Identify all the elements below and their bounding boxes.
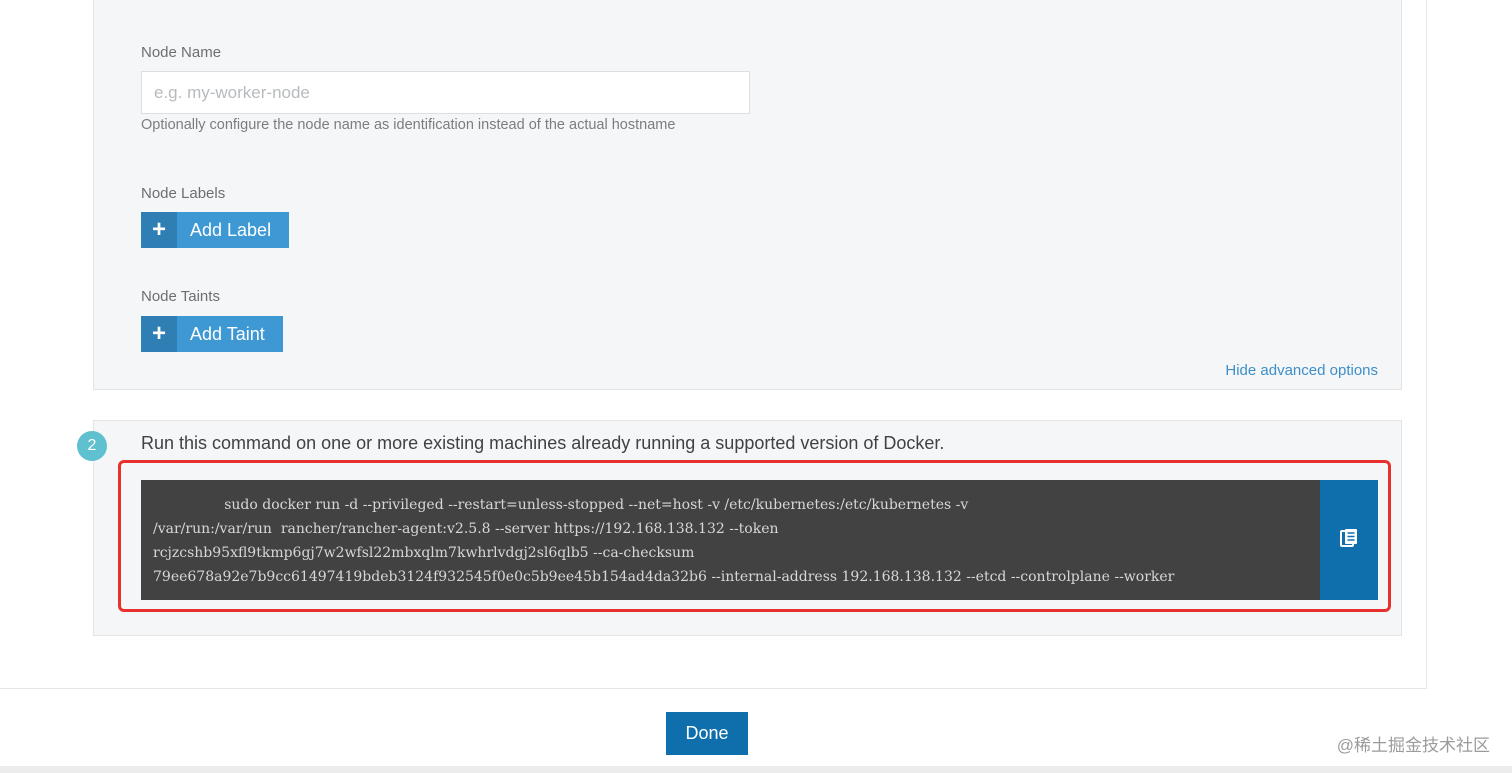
plus-icon: + bbox=[141, 212, 177, 248]
add-taint-button-label: Add Taint bbox=[190, 323, 265, 344]
footer-bar bbox=[0, 766, 1512, 773]
step-instruction: Run this command on one or more existing… bbox=[141, 433, 945, 453]
add-taint-button[interactable]: + Add Taint bbox=[141, 316, 283, 352]
step-badge: 2 bbox=[77, 431, 107, 461]
node-labels-label: Node Labels bbox=[141, 185, 226, 202]
done-button[interactable]: Done bbox=[666, 712, 748, 755]
watermark: @稀土掘金技术社区 bbox=[1336, 736, 1490, 755]
red-highlight-annotation bbox=[118, 460, 1391, 612]
page: Hide advanced options Node Name Optional… bbox=[0, 0, 1512, 773]
add-label-button[interactable]: + Add Label bbox=[141, 212, 290, 248]
node-name-help-text: Optionally configure the node name as id… bbox=[141, 117, 676, 133]
add-label-button-label: Add Label bbox=[190, 219, 272, 240]
advanced-options-panel: Hide advanced options bbox=[93, 0, 1402, 390]
plus-icon: + bbox=[141, 316, 177, 352]
node-name-input[interactable] bbox=[141, 71, 750, 114]
node-taints-label: Node Taints bbox=[141, 288, 220, 305]
hide-advanced-options-link[interactable]: Hide advanced options bbox=[1225, 362, 1378, 379]
node-name-label: Node Name bbox=[141, 44, 222, 61]
